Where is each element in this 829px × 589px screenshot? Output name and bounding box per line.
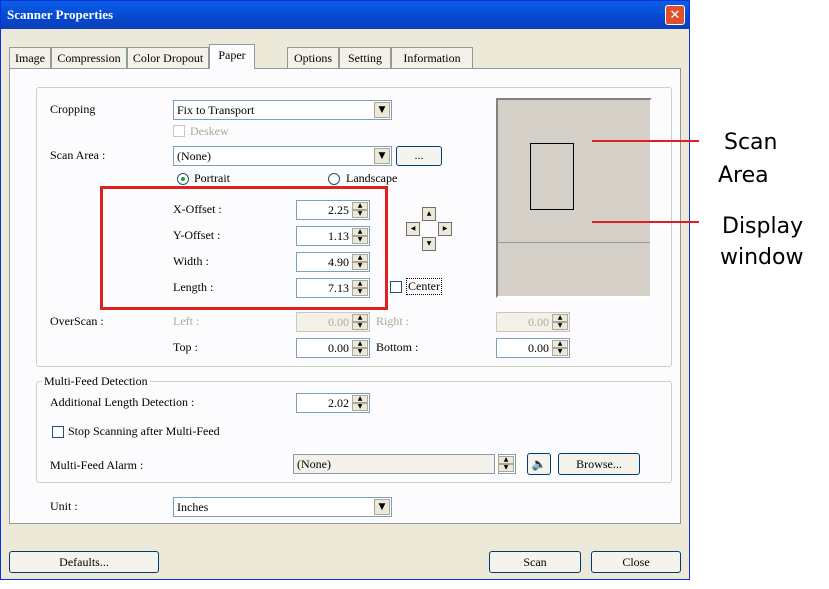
tab-compression[interactable]: Compression [51,47,127,68]
unit-value: Inches [177,500,209,514]
tab-image[interactable]: Image [9,47,51,68]
spin-down-icon[interactable]: ▼ [552,322,568,330]
center-label: Center [406,278,442,295]
spin-down-icon[interactable]: ▼ [352,348,368,356]
cropping-dropdown[interactable]: Fix to Transport ▼ [173,100,392,120]
tab-options[interactable]: Options [287,47,339,68]
display-window-callout-line [592,221,699,223]
spin-up-icon[interactable]: ▲ [352,395,368,403]
move-up-icon[interactable]: ▲ [422,207,436,221]
left-spinner[interactable]: 0.00 ▲ ▼ [296,312,370,332]
tab-setting[interactable]: Setting [339,47,391,68]
scan-area-callout-line2: Area [718,163,769,188]
title-bar[interactable]: Scanner Properties ✕ [1,1,689,29]
deskew-checkbox[interactable] [173,125,185,137]
display-window-callout-line1: Display [722,214,804,239]
top-value: 0.00 [328,341,349,355]
display-window[interactable] [496,98,652,298]
close-icon[interactable]: ✕ [665,5,685,25]
deskew-label: Deskew [190,124,229,138]
preview-divider [498,242,650,243]
tab-paper[interactable]: Paper [209,44,255,69]
tab-information[interactable]: Information [391,47,473,68]
scan-area-label: Scan Area : [50,148,106,162]
alarm-label: Multi-Feed Alarm : [50,458,144,472]
portrait-label: Portrait [194,171,230,185]
scan-button[interactable]: Scan [489,551,581,573]
spin-down-icon[interactable]: ▼ [352,322,368,330]
move-down-icon[interactable]: ▼ [422,237,436,251]
move-left-icon[interactable]: ◀ [406,222,420,236]
stop-scanning-checkbox[interactable] [52,426,64,438]
multifeed-group-label: Multi-Feed Detection [42,374,150,389]
chevron-down-icon[interactable]: ▼ [374,148,390,164]
scan-area-callout-line1: Scan [724,130,778,155]
scan-area-rect[interactable] [530,143,574,210]
right-spinner[interactable]: 0.00 ▲ ▼ [496,312,570,332]
top-label: Top : [173,340,198,354]
right-label: Right : [376,314,410,328]
spin-down-icon[interactable]: ▼ [352,403,368,411]
additional-length-label: Additional Length Detection : [50,395,195,409]
bottom-value: 0.00 [528,341,549,355]
right-value: 0.00 [528,315,549,329]
left-value: 0.00 [328,315,349,329]
alarm-spinner[interactable]: ▲ ▼ [498,454,516,474]
stop-scanning-label: Stop Scanning after Multi-Feed [68,424,220,438]
scan-area-callout-line [592,140,699,142]
display-window-callout-line2: window [720,245,804,270]
landscape-radio[interactable] [328,173,340,185]
scan-area-browse-button[interactable]: ... [396,146,442,166]
defaults-button[interactable]: Defaults... [9,551,159,573]
bottom-spinner[interactable]: 0.00 ▲ ▼ [496,338,570,358]
move-right-icon[interactable]: ▶ [438,222,452,236]
left-label: Left : [173,314,200,328]
unit-label: Unit : [50,499,78,513]
scan-area-dropdown[interactable]: (None) ▼ [173,146,392,166]
cropping-label: Cropping [50,102,96,116]
spin-up-icon[interactable]: ▲ [352,340,368,348]
unit-dropdown[interactable]: Inches ▼ [173,497,392,517]
overscan-label: OverScan : [50,314,104,328]
landscape-label: Landscape [346,171,398,185]
spin-up-icon[interactable]: ▲ [552,314,568,322]
scan-area-value: (None) [177,149,211,163]
window-title: Scanner Properties [7,7,114,22]
additional-length-value: 2.02 [328,396,349,410]
close-button[interactable]: Close [591,551,681,573]
alarm-browse-button[interactable]: Browse... [558,453,640,475]
spin-down-icon[interactable]: ▼ [552,348,568,356]
spin-up-icon[interactable]: ▲ [498,456,514,464]
bottom-label: Bottom : [376,340,419,354]
portrait-radio[interactable] [177,173,189,185]
cropping-value: Fix to Transport [177,103,255,117]
spin-down-icon[interactable]: ▼ [498,464,514,472]
spin-up-icon[interactable]: ▲ [552,340,568,348]
chevron-down-icon[interactable]: ▼ [374,499,390,515]
additional-length-spinner[interactable]: 2.02 ▲ ▼ [296,393,370,413]
top-spinner[interactable]: 0.00 ▲ ▼ [296,338,370,358]
tab-color-dropout[interactable]: Color Dropout [127,47,209,68]
chevron-down-icon[interactable]: ▼ [374,102,390,118]
alarm-value: (None) [297,457,331,471]
offset-highlight-box [100,186,388,310]
alarm-field[interactable]: (None) [293,454,495,474]
spin-up-icon[interactable]: ▲ [352,314,368,322]
center-checkbox[interactable] [390,281,402,293]
speaker-icon[interactable]: 🔈 [527,453,551,475]
